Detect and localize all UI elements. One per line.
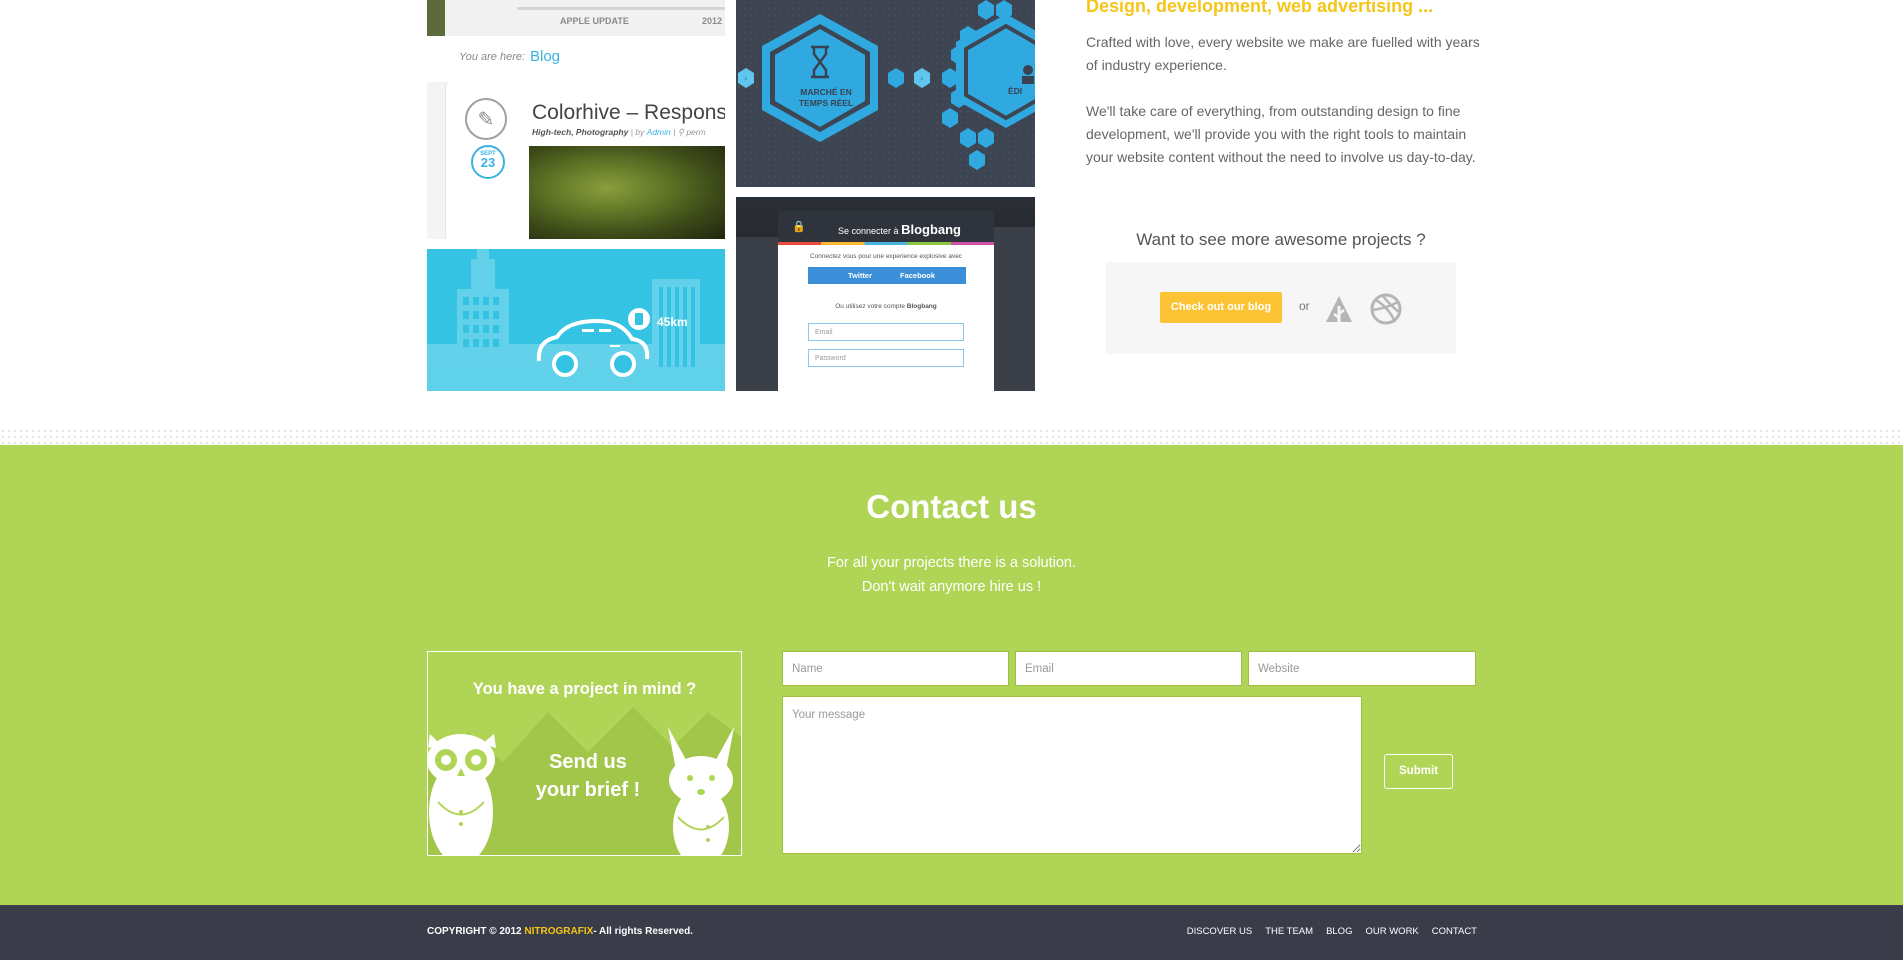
post-perm: perm [686, 127, 706, 137]
portfolio-thumb-blog[interactable]: APPLE UPDATE 2012 You are here: Blog ✎ S… [427, 0, 725, 239]
breadcrumb: You are here: Blog [427, 36, 725, 82]
sidebar-strip [427, 0, 445, 36]
owl-illustration [428, 734, 496, 855]
project-brief-card: You have a project in mind ? Send us you… [427, 651, 742, 856]
about-heading: Design, development, web advertising ... [1086, 0, 1434, 16]
email-field[interactable] [1015, 651, 1242, 686]
login-panel: 🔒 Se connecter à Blogbang Connectez vous… [778, 211, 994, 391]
copyright-suffix: - All rights Reserved. [593, 926, 693, 937]
or-label: or [1299, 299, 1310, 313]
progress-line [517, 7, 725, 10]
post-by: by [635, 127, 645, 137]
about-paragraph-2: We'll take care of everything, from outs… [1086, 100, 1486, 169]
about-paragraph-1: Crafted with love, every website we make… [1086, 31, 1486, 77]
login-title: Se connecter à Blogbang [838, 222, 961, 237]
topbar-label: APPLE UPDATE [560, 16, 629, 26]
login-header: 🔒 Se connecter à Blogbang [778, 211, 994, 245]
bg-panel-right [994, 227, 1035, 391]
copyright: COPYRIGHT © 2012 NITROGRAFIX- All rights… [427, 926, 693, 937]
footer-nav-discover-us[interactable]: DISCOVER US [1187, 926, 1252, 937]
dribbble-icon[interactable] [1369, 292, 1403, 326]
post-author: Admin [646, 127, 671, 137]
submit-button[interactable]: Submit [1384, 754, 1453, 789]
more-projects-title: Want to see more awesome projects ? [1136, 230, 1426, 249]
post-title: Colorhive – Responsiv [532, 101, 725, 124]
contact-title: Contact us [866, 488, 1037, 525]
distance-label: 45km [657, 315, 688, 329]
bg-panel-left [736, 237, 778, 391]
pencil-icon: ✎ [465, 98, 507, 140]
hex-label-right: ÉDI [1008, 86, 1023, 96]
more-projects-box: Check out our blog or [1106, 262, 1456, 354]
check-blog-button[interactable]: Check out our blog [1160, 292, 1282, 323]
breadcrumb-link: Blog [530, 48, 561, 65]
hex-label-line1: MARCHÉ EN [800, 87, 852, 97]
footer-nav-our-work[interactable]: OUR WORK [1365, 926, 1418, 937]
twitter-button: Twitter [848, 271, 873, 280]
post-meta: High-tech, Photography | by Admin | ⚲ pe… [532, 127, 706, 137]
social-login-buttons: Twitter Facebook [808, 267, 966, 284]
post-categories: High-tech, Photography [532, 127, 629, 137]
contact-subtitle-line1: For all your projects there is a solutio… [826, 555, 1077, 571]
color-stripe [778, 242, 994, 245]
brief-cta: Send us your brief ! [513, 748, 663, 804]
hex-label: MARCHÉ EN TEMPS RÉEL [766, 87, 886, 109]
brand-link[interactable]: NITROGRAFIX [524, 926, 593, 937]
date-day: 23 [480, 155, 496, 170]
date-badge: SEPT 23 [471, 145, 505, 179]
portfolio-thumb-hexagons[interactable]: › › MARCHÉ EN TEMPS RÉEL ÉDI [736, 0, 1035, 187]
login-alt-text: Ou utilisez votre compte Blogbang [835, 303, 937, 310]
brief-cta-line1: Send us [549, 751, 627, 773]
forrst-icon[interactable] [1322, 292, 1356, 326]
svg-text:›: › [920, 74, 924, 84]
lock-icon: 🔒 [792, 220, 806, 233]
brief-question: You have a project in mind ? [472, 680, 697, 698]
footer: COPYRIGHT © 2012 NITROGRAFIX- All rights… [0, 905, 1903, 960]
contact-subtitle-line2: Don't wait anymore hire us ! [861, 579, 1042, 595]
footer-nav-the-team[interactable]: THE TEAM [1265, 926, 1313, 937]
portfolio-thumb-login[interactable]: 🔒 Se connecter à Blogbang Connectez vous… [736, 197, 1035, 391]
name-field[interactable] [782, 651, 1009, 686]
blog-thumb-topbar: APPLE UPDATE 2012 [427, 0, 725, 36]
about-text-1: Crafted with love, every website we make… [1086, 34, 1480, 73]
footer-nav-contact[interactable]: CONTACT [1432, 926, 1477, 937]
breadcrumb-prefix: You are here: [459, 51, 526, 63]
contact-section: Contact us For all your projects there i… [0, 445, 1903, 905]
footer-nav-blog[interactable]: BLOG [1326, 926, 1352, 937]
copyright-prefix: COPYRIGHT © 2012 [427, 926, 522, 937]
website-field[interactable] [1248, 651, 1476, 686]
link-icon: ⚲ [677, 127, 684, 137]
hex-label-line2: TEMPS RÉEL [798, 98, 854, 108]
dotted-divider [0, 428, 1903, 445]
login-subtitle: Connectez vous pour une experience explo… [809, 253, 963, 260]
topbar-year: 2012 [702, 16, 723, 26]
about-text-2: We'll take care of everything, from outs… [1086, 103, 1476, 165]
contact-subtitle: For all your projects there is a solutio… [0, 551, 1903, 599]
login-email-field: Email [808, 323, 964, 341]
svg-text:›: › [744, 74, 748, 84]
brief-cta-line2: your brief ! [535, 779, 641, 801]
facebook-button: Facebook [900, 271, 936, 280]
message-field[interactable] [782, 696, 1362, 854]
footer-nav: DISCOVER US THE TEAM BLOG OUR WORK CONTA… [1187, 926, 1477, 937]
post-image [529, 146, 725, 239]
login-password-field: Password [808, 349, 964, 367]
